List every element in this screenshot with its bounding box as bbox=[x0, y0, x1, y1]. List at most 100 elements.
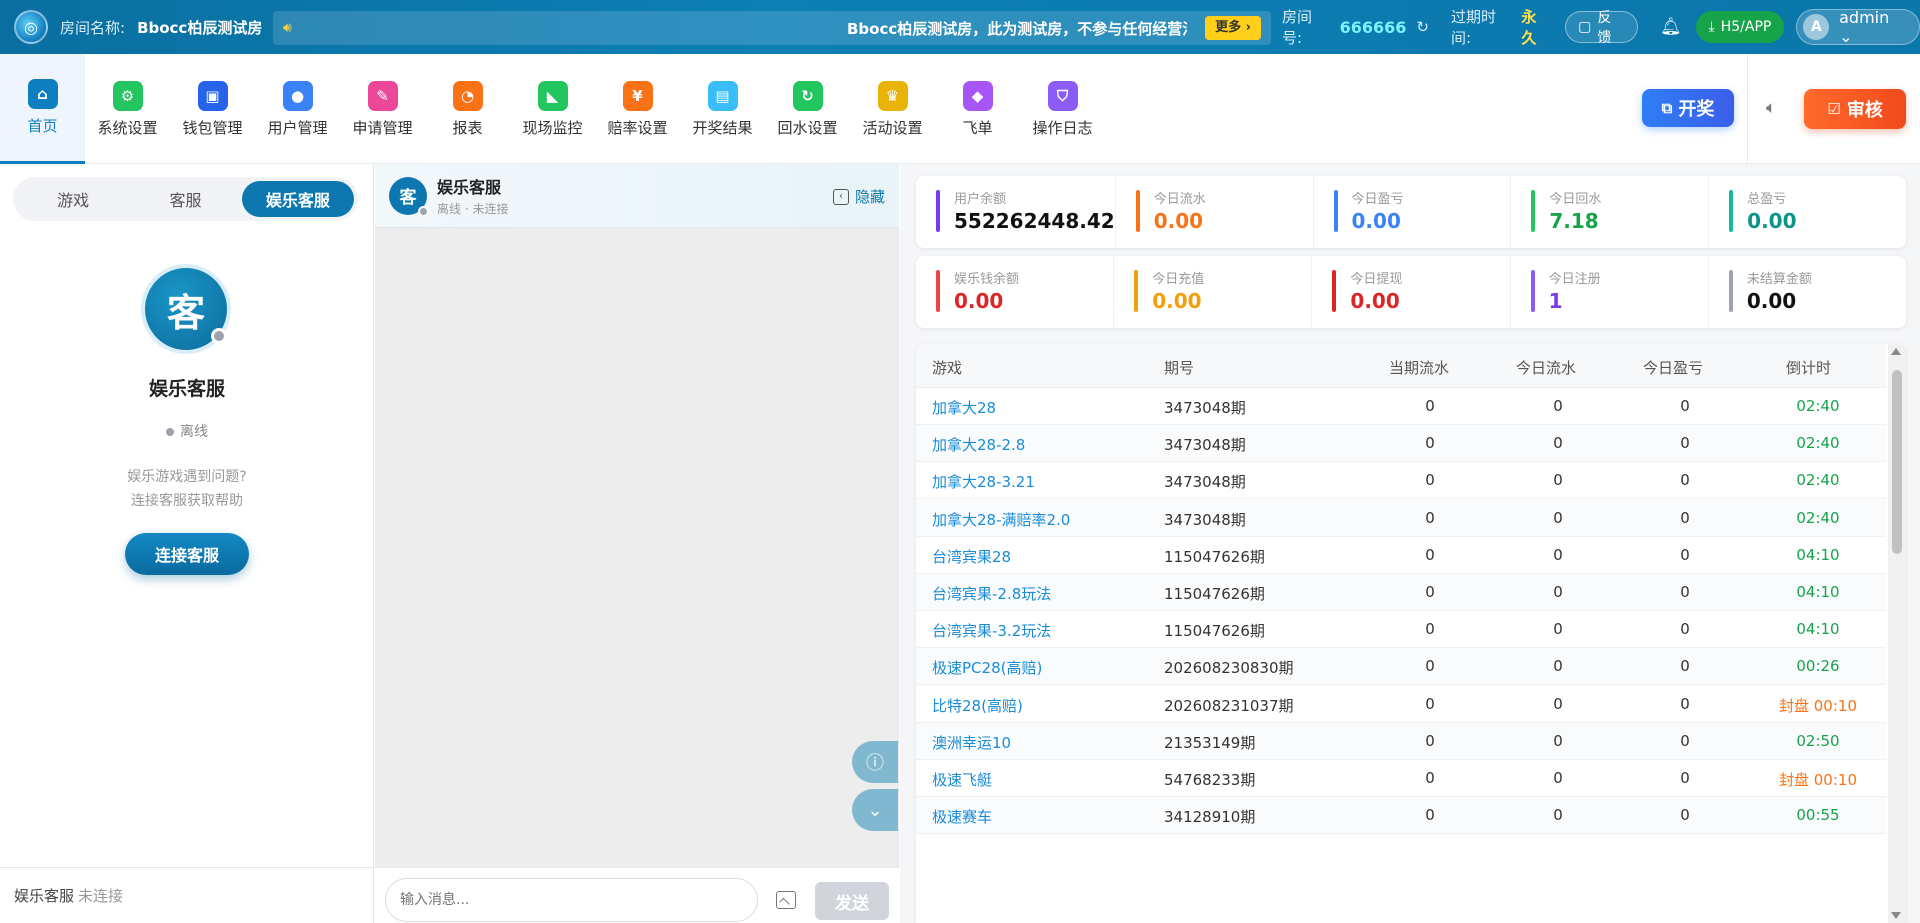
nav-item-wallet[interactable]: ▣ 钱包管理 bbox=[170, 54, 255, 164]
col-header-today-flow: 今日流水 bbox=[1516, 359, 1577, 377]
game-link[interactable]: 极速PC28(高赔) bbox=[932, 657, 1042, 678]
nav-item-camera[interactable]: ◣ 现场监控 bbox=[510, 54, 595, 164]
send-button[interactable]: 发送 bbox=[815, 882, 889, 920]
current-flow-cell: 0 bbox=[1425, 694, 1435, 713]
today-flow-cell: 0 bbox=[1553, 657, 1563, 676]
bell-icon[interactable]: 🔔︎ bbox=[1660, 17, 1682, 37]
nav-item-gear[interactable]: ⚙ 系统设置 bbox=[85, 54, 170, 164]
logo: ◎ bbox=[14, 10, 48, 44]
table-row[interactable]: 台湾宾果-3.2玩法 115047626期 0 0 0 04:10 bbox=[916, 611, 1886, 649]
game-link[interactable]: 极速飞艇 bbox=[932, 769, 992, 790]
nav-item-pie-chart[interactable]: ◔ 报表 bbox=[425, 54, 510, 164]
admin-menu[interactable]: A admin ⌄ bbox=[1796, 8, 1920, 46]
volume-icon[interactable]: 🔈︎ bbox=[1766, 98, 1776, 118]
game-link[interactable]: 比特28(高赔) bbox=[932, 695, 1023, 716]
game-link[interactable]: 加拿大28-满赔率2.0 bbox=[932, 509, 1070, 530]
nav-item-result[interactable]: ▤ 开奖结果 bbox=[680, 54, 765, 164]
audit-button[interactable]: ☑ 审核 bbox=[1804, 89, 1906, 129]
chat-title-block: 娱乐客服 离线 · 未连接 bbox=[437, 174, 508, 217]
nav-item-label: 操作日志 bbox=[1032, 118, 1093, 137]
game-link[interactable]: 台湾宾果-2.8玩法 bbox=[932, 583, 1051, 604]
col-header-countdown: 倒计时 bbox=[1786, 359, 1832, 377]
stat-value: 0.00 bbox=[954, 289, 1004, 313]
nav-item-apps[interactable]: ◆ 飞单 bbox=[935, 54, 1020, 164]
today-pnl-cell: 0 bbox=[1680, 508, 1690, 527]
message-input[interactable] bbox=[385, 878, 758, 922]
refresh-icon[interactable]: ↻ bbox=[1416, 18, 1429, 36]
scroll-down-float-button[interactable]: ⌄ bbox=[852, 789, 898, 831]
scroll-up-arrow[interactable] bbox=[1891, 348, 1901, 355]
countdown-cell: 00:26 bbox=[1796, 657, 1840, 676]
scrollbar-thumb[interactable] bbox=[1892, 370, 1902, 554]
stat-label: 娱乐钱余额 bbox=[954, 272, 1020, 287]
connect-service-button[interactable]: 连接客服 bbox=[125, 533, 249, 575]
scrollbar[interactable] bbox=[1888, 344, 1906, 923]
stat-value: 0.00 bbox=[1153, 209, 1204, 233]
countdown-cell: 02:50 bbox=[1796, 731, 1840, 750]
game-link[interactable]: 澳洲幸运10 bbox=[932, 732, 1011, 753]
period-cell: 115047626期 bbox=[1164, 547, 1265, 566]
table-row[interactable]: 台湾宾果-2.8玩法 115047626期 0 0 0 04:10 bbox=[916, 574, 1886, 611]
game-link[interactable]: 加拿大28-2.8 bbox=[932, 434, 1025, 455]
today-flow-cell: 0 bbox=[1553, 731, 1563, 750]
stat-accent bbox=[1530, 270, 1535, 312]
current-flow-cell: 0 bbox=[1425, 434, 1435, 453]
game-link[interactable]: 极速赛车 bbox=[932, 806, 992, 827]
gear-icon: ⚙ bbox=[112, 80, 143, 111]
scroll-down-arrow[interactable] bbox=[1891, 912, 1901, 919]
nav-item-home[interactable]: ⌂ 首页 bbox=[0, 54, 85, 164]
expire-value: 永久 bbox=[1521, 8, 1537, 47]
tab-service[interactable]: 客服 bbox=[129, 181, 241, 217]
nav-item-odds[interactable]: ¥ 赔率设置 bbox=[595, 54, 680, 164]
stat-label: 用户余额 bbox=[954, 192, 1007, 207]
game-link[interactable]: 台湾宾果28 bbox=[932, 546, 1011, 567]
stat-value: 0.00 bbox=[1747, 209, 1797, 233]
feedback-button[interactable]: ▢ 反馈 bbox=[1565, 10, 1638, 46]
table-row[interactable]: 极速飞艇 54768233期 0 0 0 封盘 00:10 bbox=[916, 760, 1886, 797]
tab-entertainment-service[interactable]: 娱乐客服 bbox=[241, 181, 354, 217]
table-row[interactable]: 加拿大28-满赔率2.0 3473048期 0 0 0 02:40 bbox=[916, 499, 1886, 537]
game-link[interactable]: 台湾宾果-3.2玩法 bbox=[932, 620, 1051, 641]
countdown-cell: 02:40 bbox=[1796, 397, 1840, 415]
draw-button[interactable]: ⧉ 开奖 bbox=[1642, 89, 1734, 127]
tab-games[interactable]: 游戏 bbox=[17, 181, 129, 217]
col-header-current-flow: 当期流水 bbox=[1389, 359, 1450, 377]
stat-accent bbox=[1135, 190, 1140, 232]
nav-item-user[interactable]: ● 用户管理 bbox=[255, 54, 340, 164]
help-text-1: 娱乐游戏遇到问题? bbox=[127, 469, 247, 485]
table-row[interactable]: 比特28(高赔) 202608231037期 0 0 0 封盘 00:10 bbox=[916, 686, 1886, 723]
current-flow-cell: 0 bbox=[1425, 397, 1435, 415]
period-cell: 3473048期 bbox=[1164, 399, 1246, 417]
table-row[interactable]: 澳洲幸运10 21353149期 0 0 0 02:50 bbox=[916, 722, 1886, 760]
home-icon: ⌂ bbox=[27, 79, 58, 109]
top-bar: ◎ 房间名称: Bbocc柏辰测试房 🔊︎ Bbocc柏辰测试房，此为测试房，不… bbox=[0, 0, 1920, 54]
chat-subtitle: 离线 · 未连接 bbox=[437, 202, 509, 216]
nav-item-refresh[interactable]: ↻ 回水设置 bbox=[765, 54, 850, 164]
table-row[interactable]: 极速赛车 34128910期 0 0 0 00:55 bbox=[916, 797, 1886, 835]
more-button[interactable]: 更多 › bbox=[1205, 16, 1261, 40]
nav-item-label: 系统设置 bbox=[97, 118, 158, 137]
nav-item-trophy[interactable]: ♛ 活动设置 bbox=[850, 54, 935, 164]
stat-label: 今日注册 bbox=[1548, 272, 1601, 287]
table-row[interactable]: 台湾宾果28 115047626期 0 0 0 04:10 bbox=[916, 537, 1886, 574]
download-icon: ⤓ bbox=[1708, 19, 1715, 35]
today-pnl-cell: 0 bbox=[1680, 545, 1690, 564]
today-pnl-cell: 0 bbox=[1680, 657, 1690, 676]
col-header-today-pnl: 今日盈亏 bbox=[1643, 359, 1704, 377]
admin-name: admin ⌄ bbox=[1839, 8, 1890, 46]
game-link[interactable]: 加拿大28-3.21 bbox=[932, 471, 1035, 492]
h5-app-button[interactable]: ⤓ H5/APP bbox=[1695, 11, 1785, 43]
stat-accent bbox=[1728, 270, 1733, 312]
table-row[interactable]: 加拿大28-3.21 3473048期 0 0 0 02:40 bbox=[916, 462, 1886, 500]
games-table: 游戏 期号 当期流水 今日流水 今日盈亏 倒计时 加拿大28 3473048期 0 0… bbox=[916, 344, 1906, 923]
table-row[interactable]: 极速PC28(高赔) 202608230830期 0 0 0 00:26 bbox=[916, 648, 1886, 686]
image-icon[interactable] bbox=[776, 891, 796, 909]
table-row[interactable]: 加拿大28 3473048期 0 0 0 02:40 bbox=[916, 388, 1886, 425]
left-tabs: 游戏 客服 娱乐客服 bbox=[13, 177, 358, 221]
nav-item-shield[interactable]: ⛉ 操作日志 bbox=[1020, 54, 1105, 164]
help-float-button[interactable]: ⓘ bbox=[852, 741, 898, 783]
nav-item-edit[interactable]: ✎ 申请管理 bbox=[340, 54, 425, 164]
hide-button[interactable]: ‹ 隐藏 bbox=[832, 186, 885, 207]
table-row[interactable]: 加拿大28-2.8 3473048期 0 0 0 02:40 bbox=[916, 425, 1886, 463]
game-link[interactable]: 加拿大28 bbox=[932, 397, 996, 418]
